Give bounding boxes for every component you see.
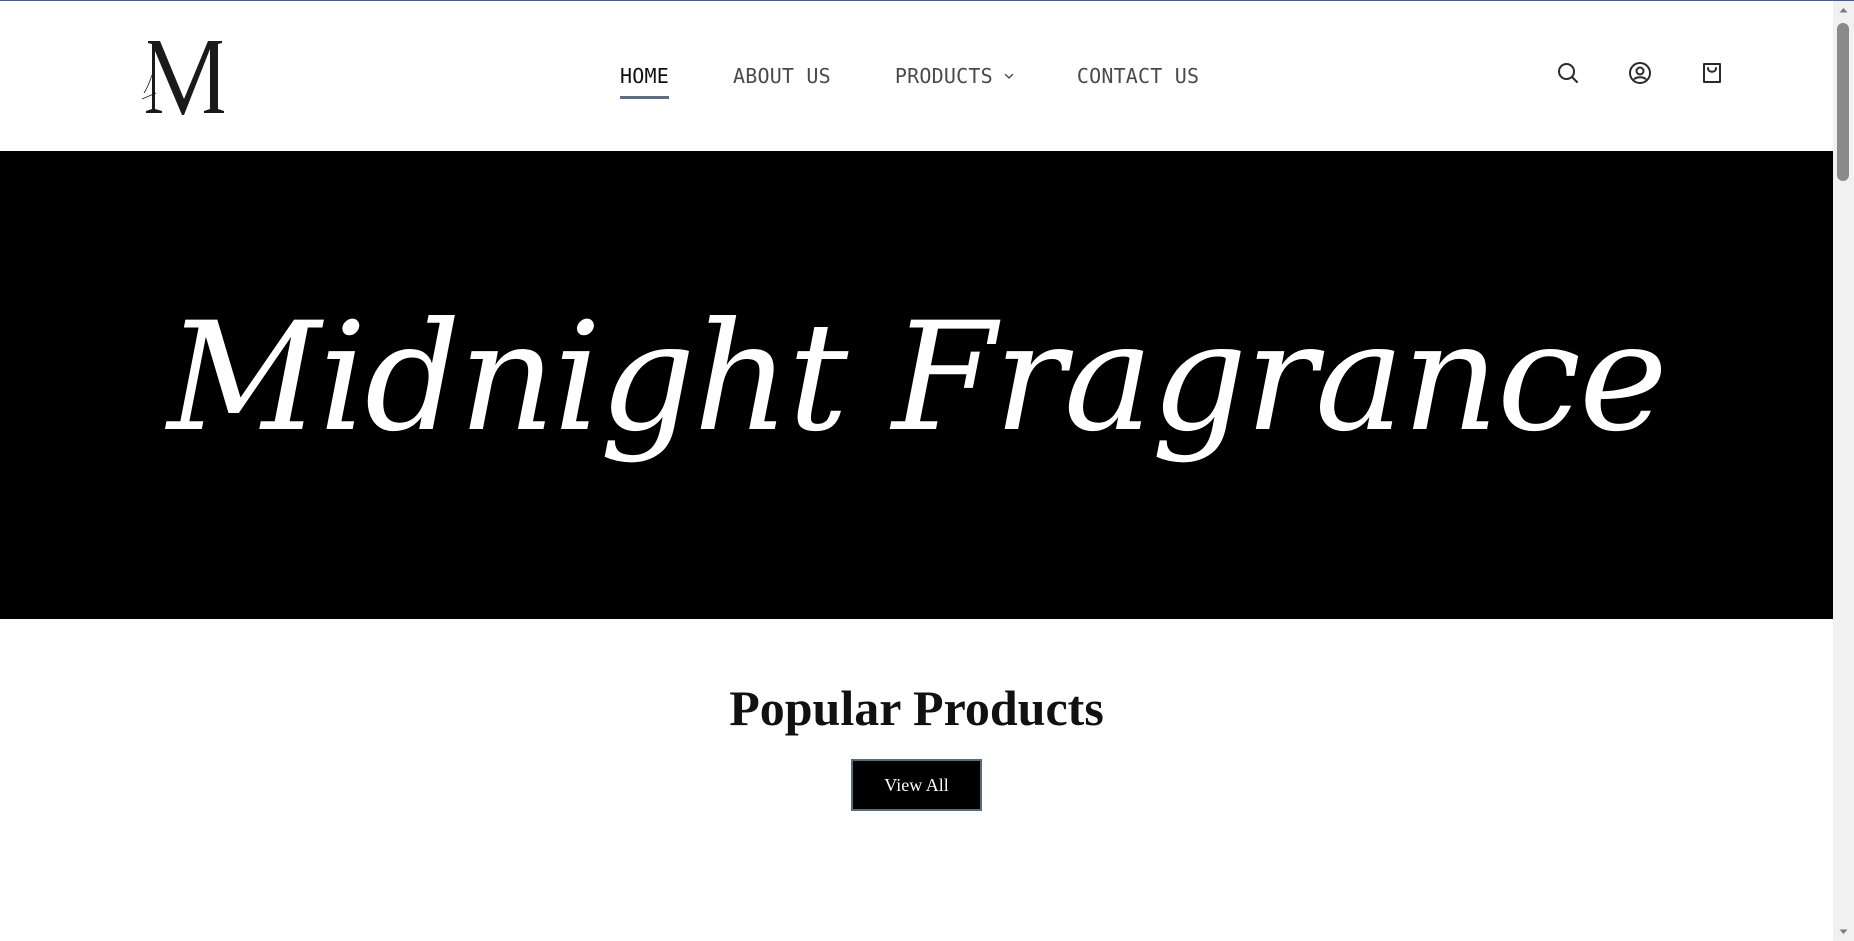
main-nav: HOME ABOUT US PRODUCTS CONTACT US [620,59,1199,99]
nav-products[interactable]: PRODUCTS [895,59,1015,93]
header-actions [1556,61,1724,85]
brand-logo[interactable] [140,37,224,117]
popular-products-heading: Popular Products [729,680,1104,736]
vertical-scrollbar[interactable] [1833,1,1854,941]
scroll-down-arrow-icon[interactable] [1833,923,1854,941]
nav-about-us-label: ABOUT US [732,64,831,88]
hero-title: Midnight Fragrance [167,291,1667,465]
logo-monogram-icon [141,41,224,115]
cart-icon[interactable] [1700,61,1724,85]
scroll-up-arrow-icon[interactable] [1833,1,1854,19]
account-icon[interactable] [1628,61,1652,85]
chevron-down-icon [1004,73,1014,79]
page: HOME ABOUT US PRODUCTS CONTACT US Midnig… [0,0,1854,941]
site-header: HOME ABOUT US PRODUCTS CONTACT US [0,1,1833,151]
nav-about-us[interactable]: ABOUT US [733,59,831,93]
hero-banner: Midnight Fragrance [0,151,1833,619]
nav-contact-us[interactable]: CONTACT US [1077,59,1199,93]
nav-contact-us-label: CONTACT US [1076,64,1200,88]
nav-home[interactable]: HOME [620,59,669,99]
view-all-button[interactable]: View All [851,759,982,811]
nav-products-label: PRODUCTS [894,64,993,88]
search-icon[interactable] [1556,61,1580,85]
scrollbar-thumb[interactable] [1837,23,1849,181]
nav-home-label: HOME [620,64,669,88]
